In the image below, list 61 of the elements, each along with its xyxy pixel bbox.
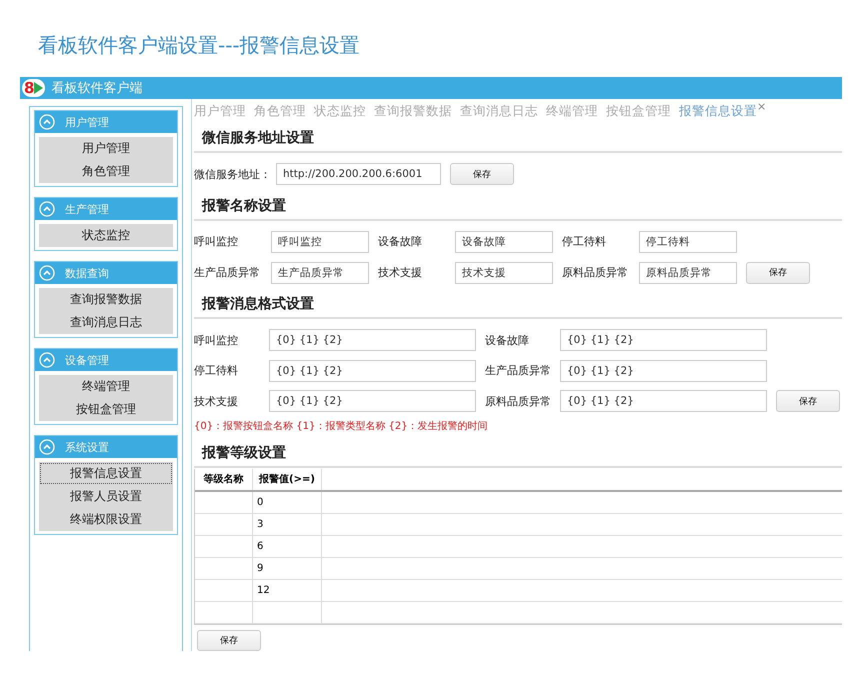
- sidebar-item[interactable]: 报警信息设置: [39, 462, 173, 485]
- section-heading: 报警消息格式设置: [194, 288, 842, 319]
- sidebar-item[interactable]: 报警人员设置: [39, 485, 173, 508]
- address-field[interactable]: http://200.200.200.6:6001: [276, 163, 441, 186]
- format-field[interactable]: {0} {1} {2}: [269, 329, 476, 352]
- format-field[interactable]: {0} {1} {2}: [269, 390, 476, 412]
- column-header: 报警值(>=): [253, 468, 322, 490]
- format-field[interactable]: {0} {1} {2}: [269, 360, 476, 382]
- name-field[interactable]: 技术支援: [455, 262, 553, 284]
- collapse-icon: [39, 265, 55, 281]
- field-label: 技术支援: [194, 394, 239, 409]
- section-heading: 微信服务地址设置: [194, 122, 842, 154]
- field-label: 生产品质异常: [194, 265, 261, 280]
- field-label: 设备故障: [378, 234, 423, 250]
- collapse-icon: [39, 114, 55, 130]
- table-cell: 3: [253, 514, 322, 535]
- table-cell: 6: [253, 536, 322, 557]
- name-field[interactable]: 设备故障: [455, 230, 553, 253]
- sidebar-item[interactable]: 查询报警数据: [39, 288, 173, 311]
- format-field[interactable]: {0} {1} {2}: [560, 390, 767, 412]
- sidebar-item[interactable]: 用户管理: [39, 137, 173, 160]
- field-label: 微信服务地址：: [194, 166, 272, 182]
- column-header: 等级名称: [195, 468, 253, 490]
- field-label: 原料品质异常: [485, 394, 552, 409]
- collapse-icon: [39, 439, 55, 455]
- save-button[interactable]: 保存: [746, 262, 810, 284]
- name-field[interactable]: 呼叫监控: [271, 230, 369, 253]
- name-field[interactable]: 停工待料: [639, 230, 737, 253]
- sidebar-item[interactable]: 按钮盒管理: [39, 398, 173, 421]
- collapse-icon: [39, 352, 55, 368]
- field-label: 设备故障: [485, 332, 530, 348]
- field-label: 呼叫监控: [194, 332, 239, 348]
- collapse-icon: [39, 201, 55, 217]
- field-label: 生产品质异常: [485, 363, 552, 378]
- sidebar-item[interactable]: 查询消息日志: [39, 311, 173, 334]
- table-cell: 9: [253, 558, 322, 579]
- sidebar-item[interactable]: 状态监控: [39, 224, 173, 247]
- page-title: 看板软件客户端设置---报警信息设置: [38, 32, 360, 59]
- tab[interactable]: 报警信息设置$^{×}$: [679, 100, 766, 120]
- name-field[interactable]: 原料品质异常: [639, 262, 737, 284]
- sidebar-item[interactable]: 终端权限设置: [39, 508, 173, 531]
- section-heading: 报警等级设置: [194, 436, 842, 468]
- save-button[interactable]: 保存: [450, 163, 514, 186]
- save-button[interactable]: 保存: [776, 390, 840, 412]
- table-cell: 12: [253, 580, 322, 601]
- window-title: 看板软件客户端: [51, 80, 142, 97]
- field-label: 停工待料: [194, 363, 239, 378]
- format-field[interactable]: {0} {1} {2}: [560, 360, 767, 382]
- field-label: 技术支援: [378, 265, 423, 280]
- format-note: {0}：报警按钮盒名称 {1}：报警类型名称 {2}：发生报警的时间: [194, 420, 489, 434]
- field-label: 原料品质异常: [562, 265, 629, 280]
- save-button[interactable]: 保存: [197, 630, 261, 652]
- logo-icon: 8: [22, 79, 46, 97]
- format-field[interactable]: {0} {1} {2}: [560, 329, 767, 352]
- sidebar-item[interactable]: 角色管理: [39, 160, 173, 183]
- table-cell: 0: [253, 492, 322, 513]
- field-label: 停工待料: [562, 234, 607, 250]
- sidebar-item[interactable]: 终端管理: [39, 375, 173, 398]
- field-label: 呼叫监控: [194, 234, 239, 250]
- name-field[interactable]: 生产品质异常: [271, 262, 369, 284]
- section-heading: 报警名称设置: [194, 190, 842, 221]
